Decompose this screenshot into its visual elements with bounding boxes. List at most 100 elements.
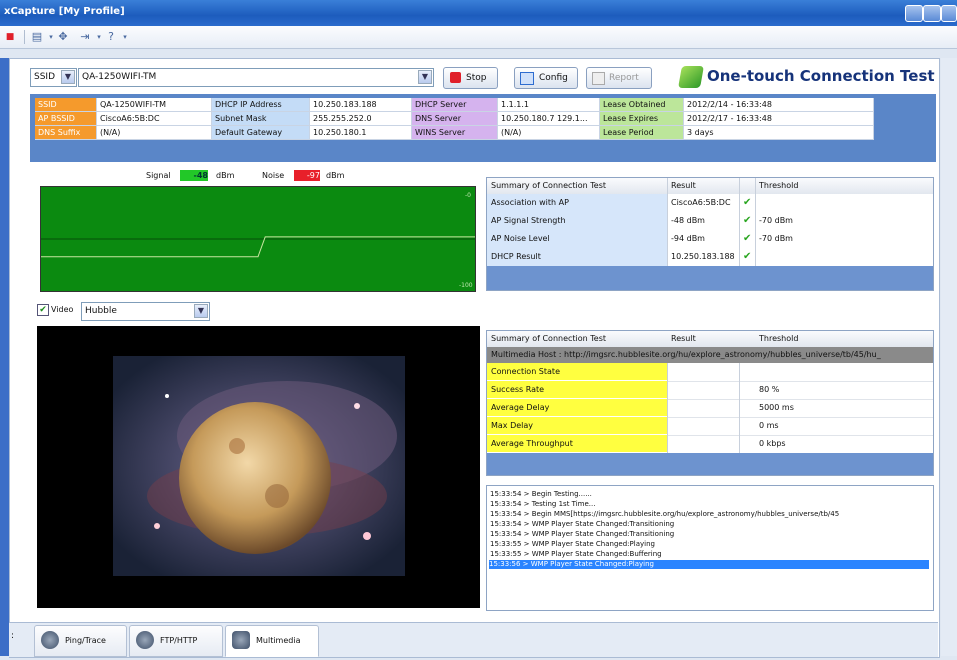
right-strip bbox=[941, 58, 957, 656]
summary1-row-result: 10.250.183.188 bbox=[671, 252, 735, 261]
move-icon[interactable]: ✥ bbox=[56, 30, 70, 44]
ssid-label: SSID bbox=[35, 98, 97, 112]
help-icon[interactable]: ? bbox=[104, 30, 118, 44]
log-line: 15:33:54 > WMP Player State Changed:Tran… bbox=[490, 530, 675, 538]
summary2-header-result: Result bbox=[671, 334, 696, 343]
dhcp-server-label: DHCP Server bbox=[412, 98, 498, 112]
page-title: One-touch Connection Test bbox=[707, 67, 935, 85]
chevron-down-icon[interactable]: ▼ bbox=[61, 70, 75, 84]
check-icon: ✔ bbox=[743, 215, 752, 226]
dns-server-value: 10.250.180.7 129.1... bbox=[498, 112, 600, 126]
ssid-value: QA-1250WIFI-TM bbox=[97, 98, 212, 112]
dns-suffix-label: DNS Suffix bbox=[35, 126, 97, 140]
summary2-row: Connection State bbox=[487, 363, 933, 382]
video-player[interactable] bbox=[37, 326, 480, 608]
dropdown-icon[interactable]: ▾ bbox=[118, 30, 132, 44]
video-checkbox[interactable]: ✔ bbox=[37, 304, 49, 316]
tab-ping-trace-label: Ping/Trace bbox=[65, 636, 106, 645]
log-line: 15:33:54 > Testing 1st Time... bbox=[490, 500, 596, 508]
summary2-row-threshold: 80 % bbox=[759, 385, 780, 394]
log-line: 15:33:54 > Begin MMS[https://imgsrc.hubb… bbox=[490, 510, 840, 518]
summary1-header-row: Summary of Connection Test Result Thresh… bbox=[487, 178, 933, 195]
ssid-combo[interactable]: QA-1250WIFI-TM ▼ bbox=[78, 68, 434, 87]
stop-label: Stop bbox=[466, 73, 487, 83]
minimize-button[interactable] bbox=[905, 5, 923, 22]
summary1-row-name: DHCP Result bbox=[491, 252, 541, 261]
video-source-select[interactable]: Hubble ▼ bbox=[81, 302, 210, 321]
summary1-row: AP Signal Strength -48 dBm ✔ -70 dBm bbox=[487, 212, 933, 231]
tab-multimedia[interactable]: Multimedia bbox=[225, 625, 319, 657]
chevron-down-icon[interactable]: ▼ bbox=[418, 70, 432, 84]
ap-bssid-label: AP BSSID bbox=[35, 112, 97, 126]
dhcp-ip-value: 10.250.183.188 bbox=[310, 98, 412, 112]
ssid-selector-label: SSID bbox=[34, 72, 56, 82]
summary1-header-test: Summary of Connection Test bbox=[491, 181, 607, 190]
summary1-filler bbox=[487, 266, 933, 290]
multimedia-icon bbox=[232, 631, 250, 649]
one-touch-icon bbox=[678, 66, 704, 88]
close-button[interactable] bbox=[941, 5, 957, 22]
dns-server-label: DNS Server bbox=[412, 112, 498, 126]
left-strip bbox=[0, 58, 9, 656]
summary1-row-result: -48 dBm bbox=[671, 216, 705, 225]
signal-series-line bbox=[41, 236, 475, 258]
summary1-row-result: -94 dBm bbox=[671, 234, 705, 243]
summary2-filler bbox=[487, 453, 933, 475]
ssid-combo-value: QA-1250WIFI-TM bbox=[82, 72, 157, 82]
window-title: xCapture [My Profile] bbox=[4, 6, 125, 17]
summary2-row: Average Throughput 0 kbps bbox=[487, 435, 933, 454]
signal-legend-label: Signal bbox=[146, 171, 171, 180]
dhcp-server-value: 1.1.1.1 bbox=[498, 98, 600, 112]
report-icon bbox=[592, 72, 605, 85]
view-icon[interactable]: ▤ bbox=[30, 30, 44, 44]
wins-server-value: (N/A) bbox=[498, 126, 600, 140]
tab-ping-trace[interactable]: Ping/Trace bbox=[34, 625, 127, 657]
connection-info-grid: SSID QA-1250WIFI-TM DHCP IP Address 10.2… bbox=[30, 94, 936, 162]
log-line: 15:33:54 > Begin Testing...... bbox=[490, 490, 592, 498]
summary2-row-name: Max Delay bbox=[491, 421, 534, 430]
config-label: Config bbox=[539, 73, 568, 83]
summary2-row-name: Average Throughput bbox=[491, 439, 573, 448]
dhcp-ip-label: DHCP IP Address bbox=[212, 98, 310, 112]
tab-multimedia-label: Multimedia bbox=[256, 636, 301, 645]
summary2-header-threshold: Threshold bbox=[759, 334, 799, 343]
toolbar: ■ ▤ ▾ ✥ ⇥ ▾ ? ▾ bbox=[0, 26, 957, 49]
log-line: 15:33:55 > WMP Player State Changed:Buff… bbox=[490, 550, 662, 558]
config-button[interactable]: Config bbox=[514, 67, 578, 89]
summary-table-1: Summary of Connection Test Result Thresh… bbox=[486, 177, 934, 291]
summary2-row-threshold: 0 ms bbox=[759, 421, 779, 430]
report-button[interactable]: Report bbox=[586, 67, 652, 89]
signal-unit: dBm bbox=[216, 171, 235, 180]
check-icon: ✔ bbox=[743, 197, 752, 208]
check-icon: ✔ bbox=[743, 233, 752, 244]
stop-icon[interactable]: ■ bbox=[3, 30, 17, 44]
tab-scroll-left[interactable]: : bbox=[11, 631, 14, 641]
summary2-row-name: Average Delay bbox=[491, 403, 550, 412]
multimedia-host-row: Multimedia Host : http://imgsrc.hubblesi… bbox=[487, 347, 933, 363]
test-log[interactable]: 15:33:54 > Begin Testing...... 15:33:54 >… bbox=[486, 485, 934, 611]
signal-chart-svg: -0 -100 bbox=[41, 192, 475, 289]
log-line: 15:33:56 > WMP Player State Changed:Play… bbox=[489, 560, 929, 569]
gateway-value: 10.250.180.1 bbox=[310, 126, 412, 140]
export-icon[interactable]: ⇥ bbox=[78, 30, 92, 44]
summary1-row-name: AP Noise Level bbox=[491, 234, 550, 243]
tab-ftp-http[interactable]: FTP/HTTP bbox=[129, 625, 223, 657]
summary2-header-test: Summary of Connection Test bbox=[491, 334, 607, 343]
summary1-row: AP Noise Level -94 dBm ✔ -70 dBm bbox=[487, 230, 933, 249]
check-icon: ✔ bbox=[743, 251, 752, 262]
ssid-selector[interactable]: SSID ▼ bbox=[30, 68, 77, 87]
log-line: 15:33:54 > WMP Player State Changed:Tran… bbox=[490, 520, 675, 528]
maximize-button[interactable] bbox=[923, 5, 941, 22]
chevron-down-icon[interactable]: ▼ bbox=[194, 304, 208, 318]
video-checkbox-label: Video bbox=[51, 305, 74, 314]
gateway-label: Default Gateway bbox=[212, 126, 310, 140]
lease-expires-value: 2012/2/17 - 16:33:48 bbox=[684, 112, 874, 126]
log-line: 15:33:55 > WMP Player State Changed:Play… bbox=[490, 540, 655, 548]
stop-icon bbox=[450, 72, 461, 83]
ping-icon bbox=[41, 631, 59, 649]
summary2-row-name: Connection State bbox=[491, 367, 560, 376]
stop-button[interactable]: Stop bbox=[443, 67, 498, 89]
summary-table-2: Summary of Connection Test Result Thresh… bbox=[486, 330, 934, 476]
title-bar: xCapture [My Profile] bbox=[0, 0, 957, 26]
summary1-header-threshold: Threshold bbox=[759, 181, 799, 190]
